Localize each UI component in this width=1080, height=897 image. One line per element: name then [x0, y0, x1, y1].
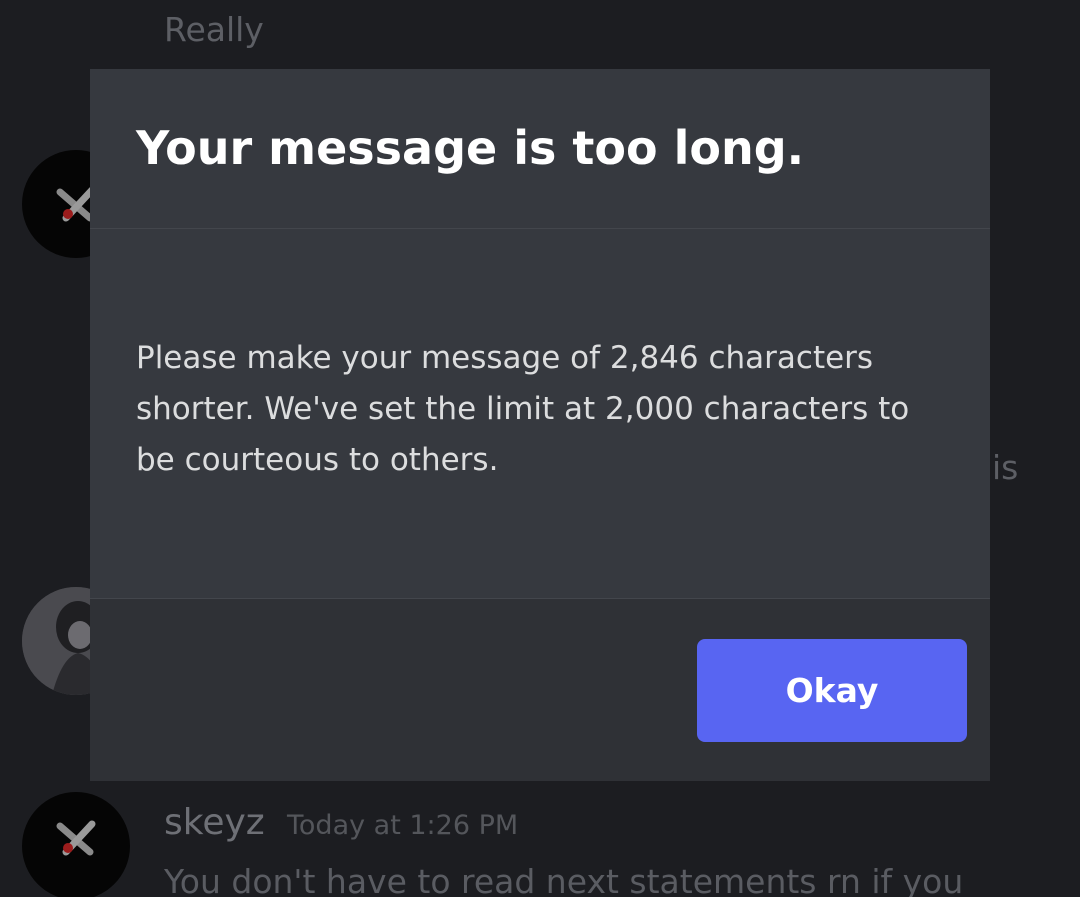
background-message-text: Really — [164, 10, 264, 49]
dialog-title: Your message is too long. — [136, 121, 805, 175]
crossed-swords-icon — [56, 820, 96, 856]
message-too-long-dialog: Your message is too long. Please make yo… — [90, 69, 990, 781]
background-message-fragment: is — [992, 448, 1019, 487]
dialog-message: Please make your message of 2,846 charac… — [136, 340, 910, 478]
dialog-body: Please make your message of 2,846 charac… — [90, 229, 990, 598]
message-text: You don't have to read next statements r… — [164, 862, 964, 897]
app-screen: Really is skeyz Today at 1:26 PM You don… — [0, 0, 1080, 897]
okay-button[interactable]: Okay — [697, 639, 967, 742]
dialog-footer: Okay — [90, 598, 990, 781]
message-author[interactable]: skeyz — [164, 802, 265, 843]
message-timestamp: Today at 1:26 PM — [287, 810, 519, 841]
dialog-header: Your message is too long. — [90, 69, 990, 229]
avatar[interactable] — [22, 792, 130, 897]
